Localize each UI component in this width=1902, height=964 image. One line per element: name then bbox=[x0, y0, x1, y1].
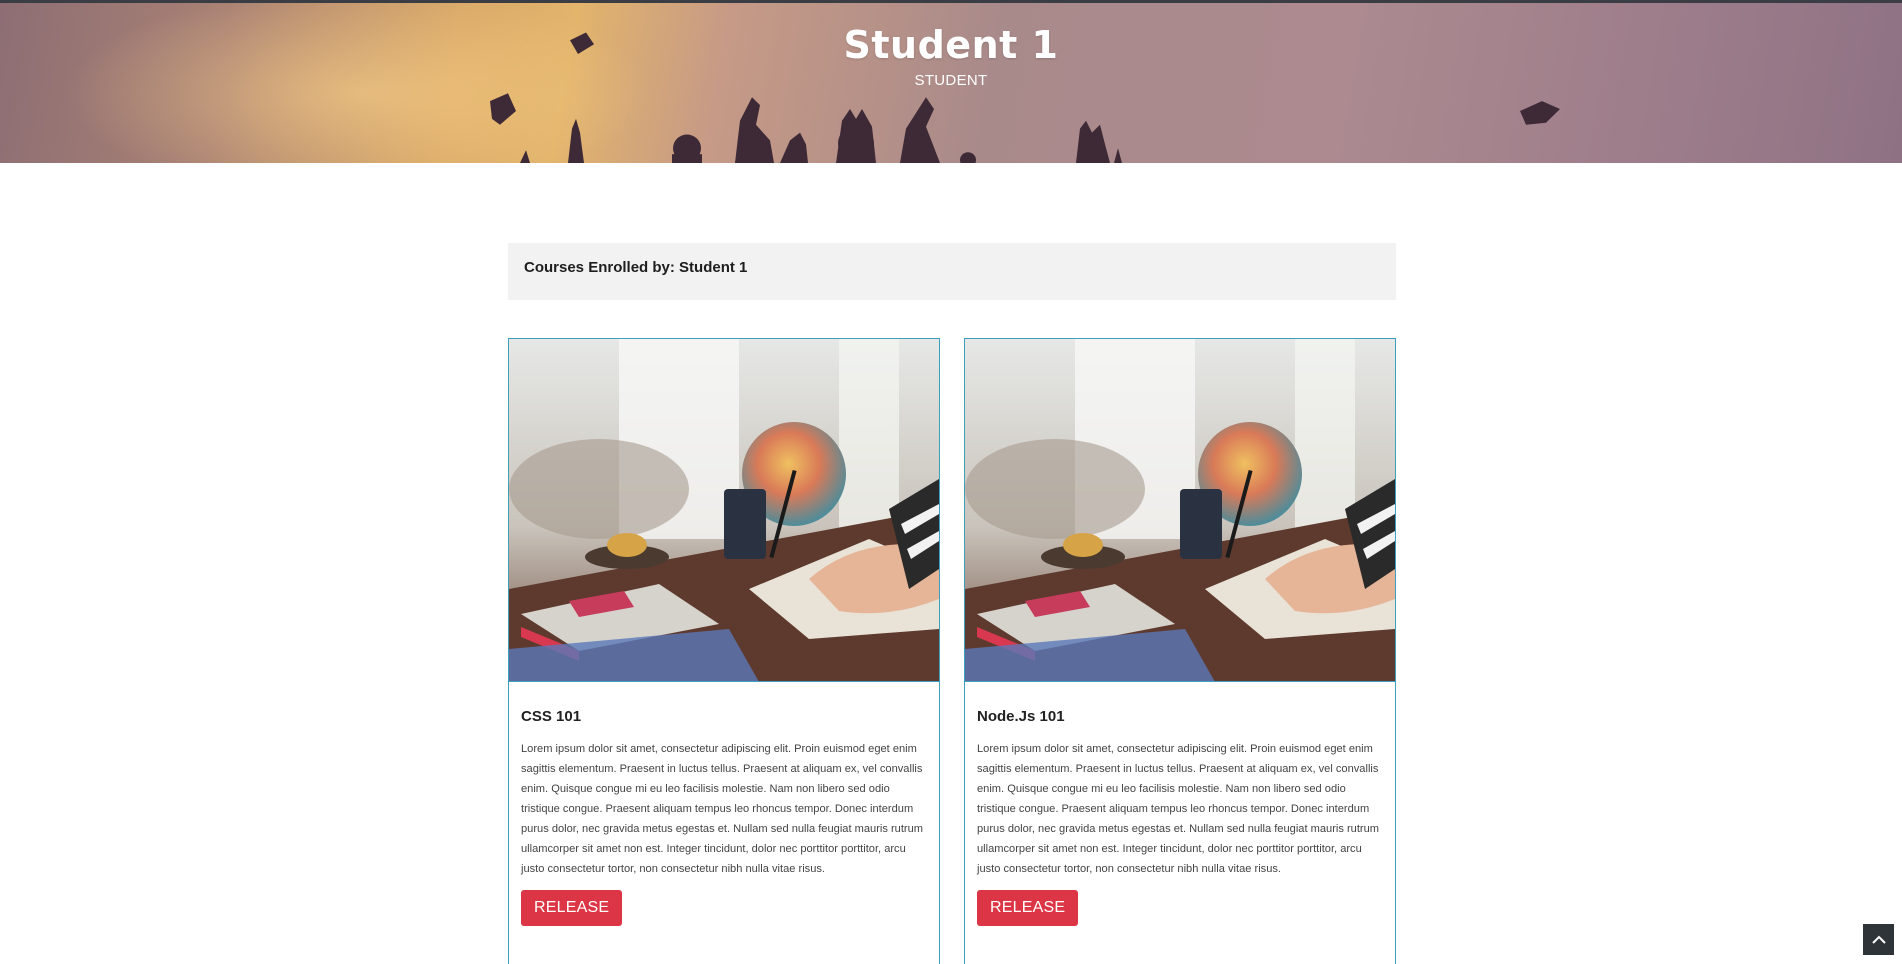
course-description: Lorem ipsum dolor sit amet, consectetur … bbox=[521, 743, 924, 875]
course-thumbnail-image bbox=[509, 339, 939, 682]
course-thumbnail-image bbox=[965, 339, 1395, 682]
hero-banner: Student 1 STUDENT bbox=[0, 0, 1902, 163]
release-button[interactable]: RELEASE bbox=[521, 890, 623, 926]
course-card-body: Node.Js 101 Lorem ipsum dolor sit amet, … bbox=[965, 682, 1395, 926]
course-card-body: CSS 101 Lorem ipsum dolor sit amet, cons… bbox=[509, 682, 939, 926]
course-card: CSS 101 Lorem ipsum dolor sit amet, cons… bbox=[508, 338, 940, 964]
course-title: CSS 101 bbox=[521, 708, 582, 725]
hero-title: Student 1 bbox=[843, 23, 1059, 67]
courses-enrolled-label: Courses Enrolled by: Student 1 bbox=[524, 259, 748, 276]
course-description: Lorem ipsum dolor sit amet, consectetur … bbox=[977, 743, 1380, 875]
release-button[interactable]: RELEASE bbox=[977, 890, 1079, 926]
courses-enrolled-heading: Courses Enrolled by: Student 1 bbox=[508, 243, 1396, 300]
course-card: Node.Js 101 Lorem ipsum dolor sit amet, … bbox=[964, 338, 1396, 964]
course-title: Node.Js 101 bbox=[977, 708, 1065, 725]
hero-subtitle: STUDENT bbox=[914, 72, 988, 89]
chevron-up-icon bbox=[1871, 935, 1886, 944]
scroll-to-top-button[interactable] bbox=[1863, 924, 1894, 955]
